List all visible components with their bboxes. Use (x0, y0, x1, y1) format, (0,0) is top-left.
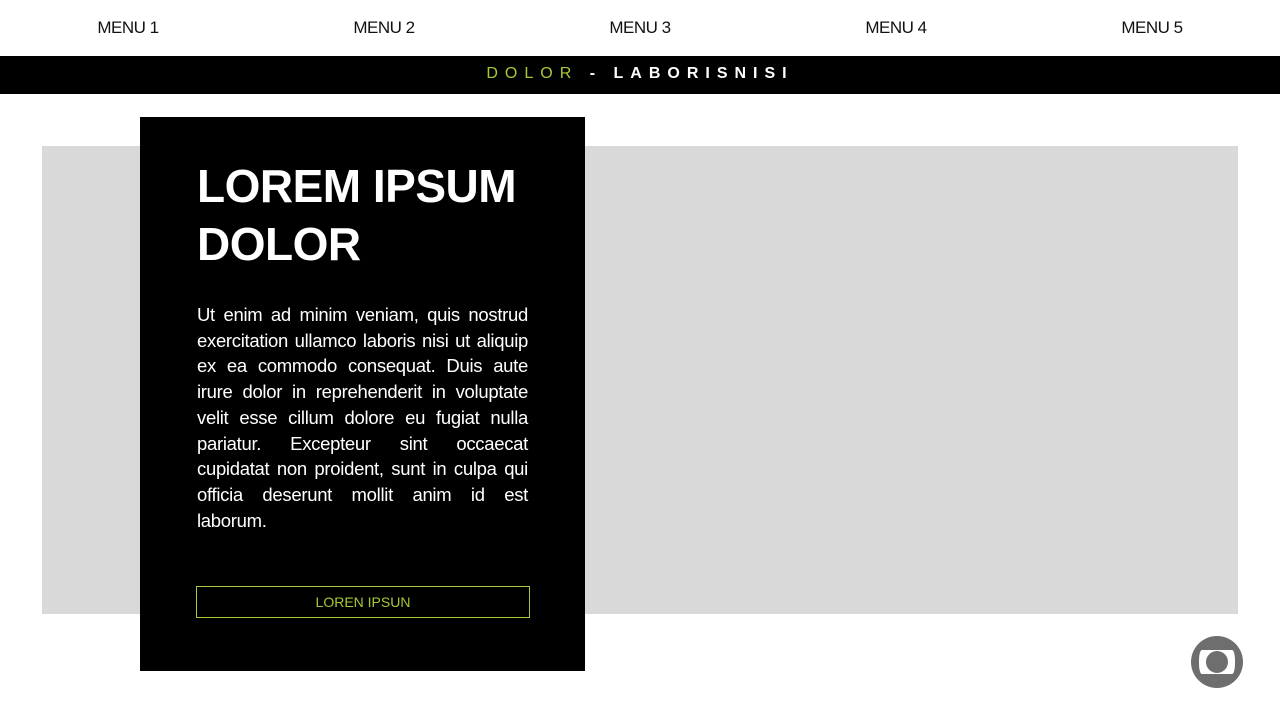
banner-separator: - (578, 65, 614, 82)
nav-menu-2[interactable]: MENU 2 (256, 0, 512, 56)
banner-highlight: DOLOR (486, 65, 579, 82)
card-cta-button[interactable]: LOREN IPSUN (196, 586, 530, 618)
card-title: LOREM IPSUM DOLOR (197, 160, 517, 270)
globo-logo-icon[interactable] (1191, 636, 1243, 688)
nav-menu-5[interactable]: MENU 5 (1024, 0, 1280, 56)
nav-menu-1[interactable]: MENU 1 (0, 0, 256, 56)
section-banner: DOLOR - LABORISNISI (0, 56, 1280, 94)
hero-card: LOREM IPSUM DOLOR Ut enim ad minim venia… (140, 117, 585, 671)
banner-text: LABORISNISI (613, 65, 794, 82)
card-body: Ut enim ad minim veniam, quis nostrud ex… (197, 304, 528, 531)
nav-menu-3[interactable]: MENU 3 (512, 0, 768, 56)
main-nav: MENU 1 MENU 2 MENU 3 MENU 4 MENU 5 (0, 0, 1280, 56)
logo-dot (1206, 651, 1228, 673)
nav-menu-4[interactable]: MENU 4 (768, 0, 1024, 56)
